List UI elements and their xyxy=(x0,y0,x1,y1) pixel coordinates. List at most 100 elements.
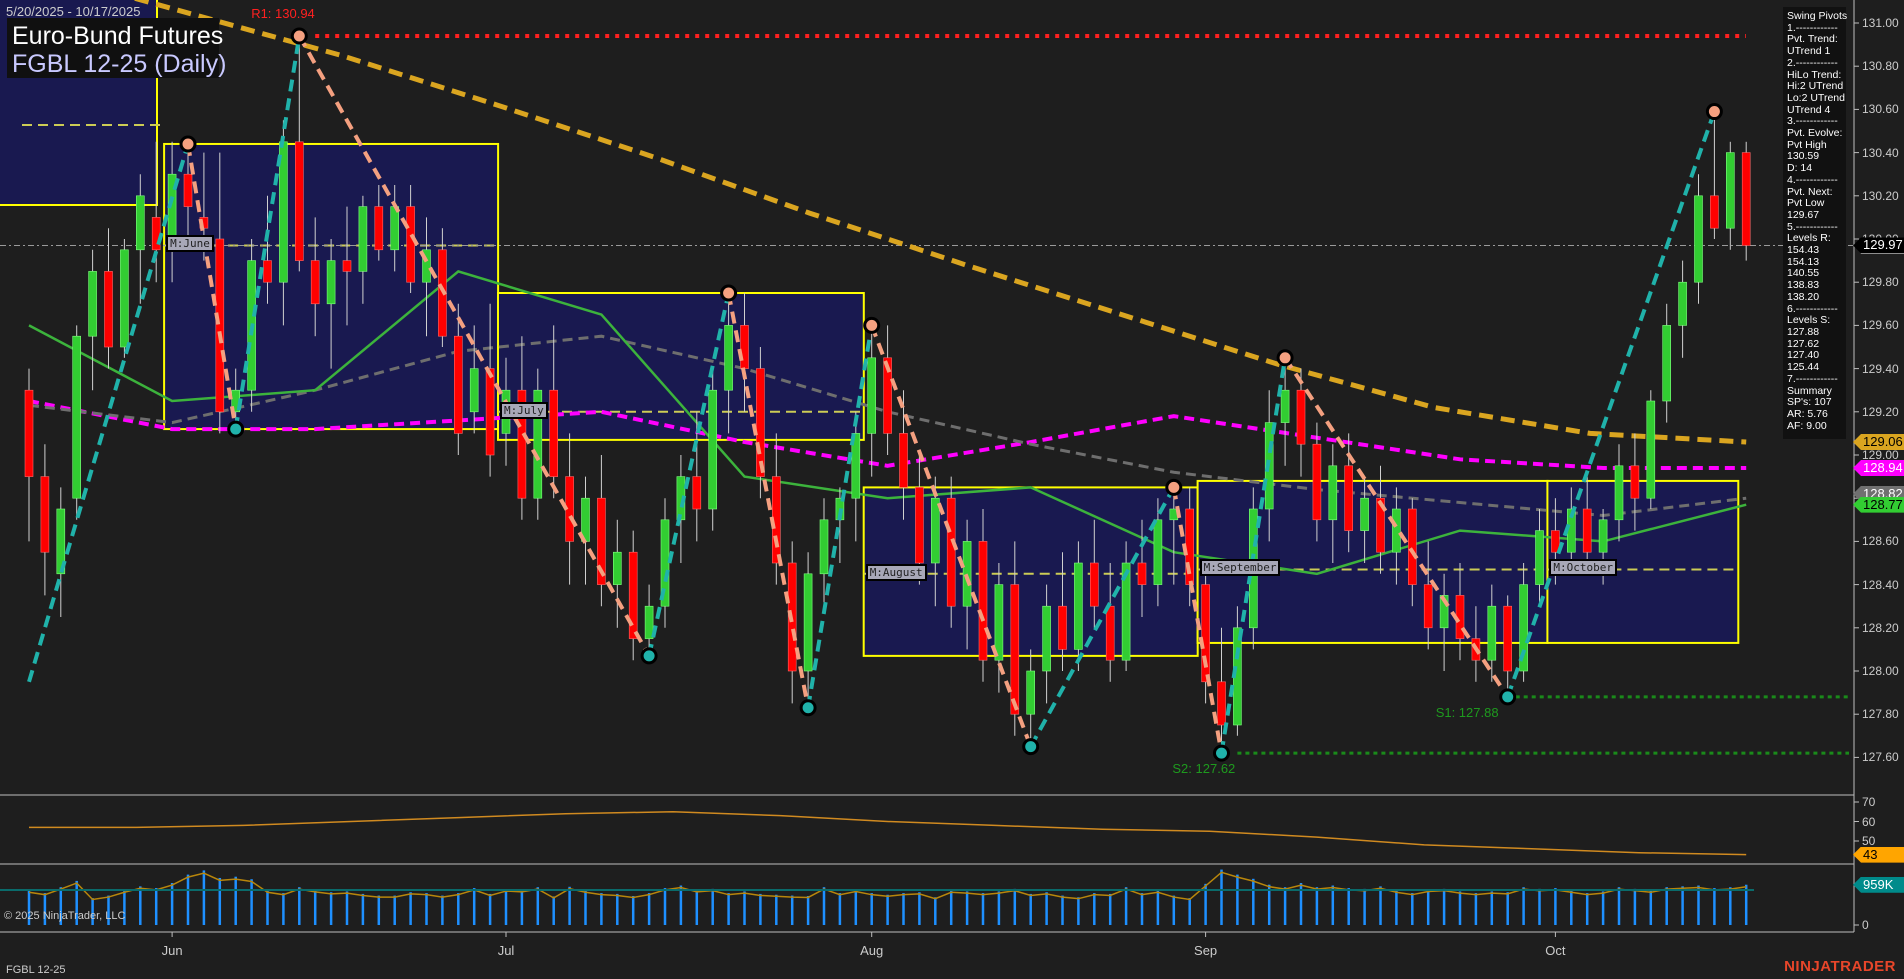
ma-long-badge: 129.06 xyxy=(1853,434,1904,450)
candle-body xyxy=(359,207,367,272)
swing-pivots-panel: Swing Pivots1.------------Pvt. Trend:UTr… xyxy=(1783,7,1846,439)
month-label: Oct xyxy=(1545,943,1565,958)
instrument-name: Euro-Bund Futures xyxy=(12,22,223,51)
candle-body xyxy=(105,271,113,347)
candle-body xyxy=(868,358,876,434)
month-label: Aug xyxy=(860,943,883,958)
candle-body xyxy=(120,250,128,347)
info-line: 138.20 xyxy=(1787,292,1846,304)
candle-body xyxy=(1488,606,1496,660)
candle-body xyxy=(931,498,939,563)
candle-body xyxy=(1090,563,1098,606)
pivot-low-marker xyxy=(642,649,656,663)
oscillator-tick-label: 50 xyxy=(1862,834,1875,848)
info-line: Pvt. Evolve: xyxy=(1787,128,1846,140)
ma-green-badge: 128.77 xyxy=(1853,497,1904,513)
price-tick-label: 128.00 xyxy=(1862,664,1899,678)
price-tick-label: 128.40 xyxy=(1862,578,1899,592)
candle-body xyxy=(311,261,319,304)
candle-body xyxy=(979,541,987,660)
info-line: 127.88 xyxy=(1787,327,1846,339)
candle-body xyxy=(741,325,749,368)
month-label: Jun xyxy=(162,943,183,958)
candle-body xyxy=(1424,585,1432,628)
candle-body xyxy=(900,433,908,487)
candle-body xyxy=(184,174,192,206)
candle-body xyxy=(693,477,701,509)
monthly-box-label: M:August xyxy=(866,564,927,581)
price-tick-label: 129.20 xyxy=(1862,405,1899,419)
candle-body xyxy=(1742,153,1750,246)
candle-body xyxy=(1138,563,1146,585)
oscillator-value-badge: 43 xyxy=(1853,847,1904,863)
copyright: © 2025 NinjaTrader, LLC xyxy=(4,910,125,922)
candle-body xyxy=(216,239,224,412)
oscillator-line xyxy=(29,812,1746,855)
candle-body xyxy=(73,336,81,498)
candle-body xyxy=(1313,444,1321,520)
pivot-low-marker xyxy=(1024,740,1038,754)
price-tick-label: 130.60 xyxy=(1862,102,1899,116)
price-tick-label: 128.20 xyxy=(1862,621,1899,635)
price-tick-label: 130.20 xyxy=(1862,189,1899,203)
candle-body xyxy=(1074,563,1082,649)
candle-body xyxy=(1536,531,1544,585)
candle-body xyxy=(947,498,955,606)
candle-body xyxy=(709,390,717,509)
price-chart[interactable] xyxy=(0,0,1904,979)
last-price-badge: 129.97 xyxy=(1853,237,1904,253)
price-tick-label: 129.40 xyxy=(1862,362,1899,376)
pivot-low-marker xyxy=(801,701,815,715)
pivot-high-marker xyxy=(1278,351,1292,365)
candle-body xyxy=(725,325,733,390)
info-line: 154.43 xyxy=(1787,245,1846,257)
month-label: Sep xyxy=(1194,943,1217,958)
candle-body xyxy=(1218,682,1226,725)
candle-body xyxy=(89,271,97,336)
candle-body xyxy=(454,336,462,433)
candle-body xyxy=(804,574,812,671)
candle-body xyxy=(375,207,383,250)
candle-body xyxy=(1710,196,1718,228)
candle-body xyxy=(343,261,351,272)
monthly-box-label: M:October xyxy=(1549,559,1617,576)
candle-body xyxy=(1043,606,1051,671)
volume-tick-label: 0 xyxy=(1862,918,1869,932)
info-line: AR: 5.76 xyxy=(1787,409,1846,421)
candle-body xyxy=(1631,466,1639,498)
price-tick-label: 129.80 xyxy=(1862,275,1899,289)
candle-body xyxy=(613,552,621,584)
candle-body xyxy=(1361,498,1369,530)
monthly-box-label: M:June xyxy=(166,235,214,252)
candle-body xyxy=(1583,509,1591,552)
candle-body xyxy=(1695,196,1703,282)
candle-body xyxy=(1663,325,1671,401)
info-line: 129.67 xyxy=(1787,210,1846,222)
candle-body xyxy=(1679,282,1687,325)
price-tick-label: 129.00 xyxy=(1862,448,1899,462)
candle-body xyxy=(550,390,558,476)
candle-body xyxy=(486,369,494,455)
contract-label: FGBL 12-25 (Daily) xyxy=(12,50,226,79)
s1-label: S1: 127.88 xyxy=(1436,705,1499,720)
candle-body xyxy=(41,477,49,553)
candle-body xyxy=(915,487,923,563)
info-line: AF: 9.00 xyxy=(1787,421,1846,433)
month-label: Jul xyxy=(498,943,515,958)
candle-body xyxy=(295,142,303,261)
candle-body xyxy=(1281,390,1289,422)
info-line: Swing Pivots xyxy=(1787,11,1846,23)
info-line: 4.------------ xyxy=(1787,175,1846,187)
candle-body xyxy=(152,217,160,249)
candle-body xyxy=(25,390,33,476)
candle-body xyxy=(1329,466,1337,520)
pivot-low-marker xyxy=(1501,690,1515,704)
candle-body xyxy=(1615,466,1623,520)
pivot-high-marker xyxy=(181,137,195,151)
candle-body xyxy=(1392,509,1400,552)
candle-body xyxy=(1154,520,1162,585)
pivot-high-marker xyxy=(292,29,306,43)
pivot-low-marker xyxy=(1215,746,1229,760)
ma-magenta-badge: 128.94 xyxy=(1853,460,1904,476)
candle-body xyxy=(1106,606,1114,660)
